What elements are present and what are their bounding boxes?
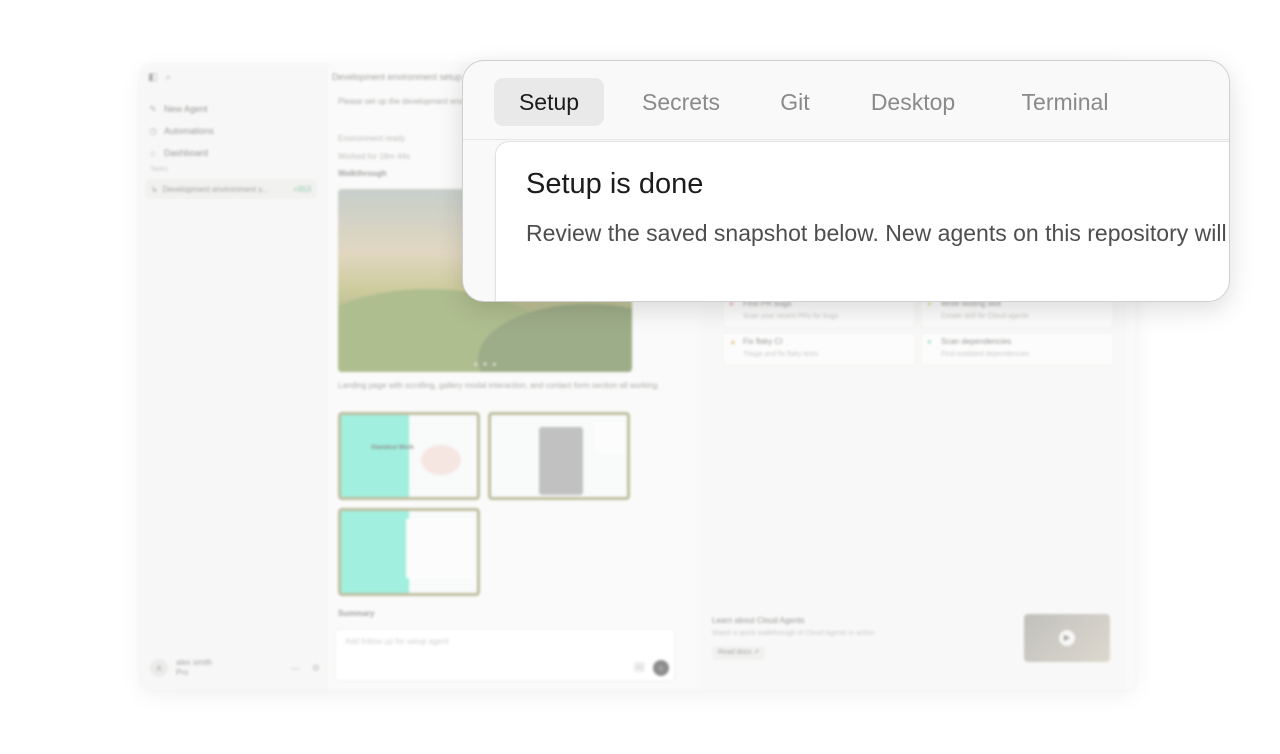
setup-tabs: Setup Secrets Git Desktop Terminal bbox=[494, 78, 1194, 126]
send-button[interactable]: ↑ bbox=[653, 660, 669, 676]
action-subtitle: Scan your recent PRs for bugs bbox=[743, 313, 839, 320]
sidebar-section-label: Tasks bbox=[150, 166, 168, 173]
task-label: Development environment s... bbox=[162, 184, 269, 194]
read-docs-button[interactable]: Read docs ↗ bbox=[712, 646, 766, 660]
chat-title: Development environment setup bbox=[332, 72, 462, 82]
walkthrough-heading: Walkthrough bbox=[338, 169, 387, 178]
tabs-divider bbox=[463, 139, 1229, 140]
worked-for: Worked for 18m 44s bbox=[338, 152, 410, 161]
sidebar: ◧ ⌕ ✎ New Agent ◷ Automations ⌂ Dashboar… bbox=[140, 64, 327, 690]
task-diff-badge: +953 bbox=[292, 184, 311, 194]
action-subtitle: Find outdated dependencies bbox=[941, 351, 1030, 358]
screenshot-thumbnail[interactable] bbox=[488, 412, 630, 500]
sidebar-toggle-icon[interactable]: ◧ bbox=[148, 72, 157, 83]
sidebar-item-new-agent[interactable]: ✎ New Agent bbox=[148, 98, 318, 120]
user-plan: Pro bbox=[176, 668, 189, 677]
summary-heading: Summary bbox=[338, 609, 375, 618]
suggested-actions: ● Find PR bugs Scan your recent PRs for … bbox=[722, 294, 1114, 366]
scan-icon: ● bbox=[927, 337, 932, 346]
warning-icon: ▲ bbox=[729, 337, 737, 346]
action-title: Scan dependencies bbox=[941, 337, 1012, 346]
action-subtitle: Triage and fix flaky tests bbox=[743, 351, 819, 358]
user-profile[interactable]: A alex smith Pro — ⚙ bbox=[150, 658, 320, 678]
action-title: Fix flaky CI bbox=[743, 337, 783, 346]
hero-caption: Landing page with scrolling, gallery mod… bbox=[338, 381, 660, 390]
learn-title: Learn about Cloud Agents bbox=[712, 616, 805, 625]
screenshot-thumbnail[interactable] bbox=[338, 508, 480, 596]
avatar: A bbox=[150, 659, 168, 677]
tab-setup[interactable]: Setup bbox=[494, 78, 604, 126]
sidebar-item-automations[interactable]: ◷ Automations bbox=[148, 120, 318, 142]
action-scan-dependencies[interactable]: ● Scan dependencies Find outdated depend… bbox=[920, 332, 1114, 366]
settings-icon[interactable]: ⚙ bbox=[312, 663, 320, 674]
thumbnail-text: Standout Work bbox=[371, 445, 414, 451]
learn-card: Learn about Cloud Agents Watch a quick w… bbox=[710, 612, 1118, 664]
image-icon[interactable]: 🖼 bbox=[634, 662, 645, 673]
setup-title: Setup is done bbox=[526, 168, 704, 200]
sidebar-item-label: Dashboard bbox=[164, 148, 209, 158]
sidebar-nav: ✎ New Agent ◷ Automations ⌂ Dashboard bbox=[148, 98, 318, 164]
search-icon[interactable]: ⌕ bbox=[165, 72, 171, 83]
follow-up-input[interactable]: Add follow up for setup agent 🖼 ↑ bbox=[334, 628, 676, 682]
compose-icon: ✎ bbox=[149, 103, 157, 114]
sidebar-item-label: Automations bbox=[164, 126, 215, 136]
tab-terminal[interactable]: Terminal bbox=[1002, 78, 1128, 126]
action-subtitle: Create skill for Cloud agents bbox=[941, 313, 1029, 320]
video-thumbnail[interactable]: ▶ bbox=[1024, 614, 1110, 662]
setup-status-card: Setup is done Review the saved snapshot … bbox=[495, 141, 1229, 301]
user-name: alex smith bbox=[176, 658, 213, 667]
status-ready: Environment ready bbox=[338, 134, 406, 143]
minus-icon[interactable]: — bbox=[291, 663, 300, 674]
setup-description: Review the saved snapshot below. New age… bbox=[526, 220, 1229, 246]
carousel-dots: ● ♥ ● bbox=[474, 362, 499, 368]
tab-desktop[interactable]: Desktop bbox=[852, 78, 974, 126]
tab-git[interactable]: Git bbox=[764, 78, 826, 126]
home-icon: ⌂ bbox=[150, 148, 156, 158]
sidebar-toolbar: ◧ ⌕ bbox=[148, 72, 171, 83]
action-fix-flaky-ci[interactable]: ▲ Fix flaky CI Triage and fix flaky test… bbox=[722, 332, 916, 366]
follow-up-placeholder: Add follow up for setup agent bbox=[345, 637, 449, 646]
sidebar-item-label: New Agent bbox=[164, 104, 208, 114]
task-icon: ↳ bbox=[151, 184, 158, 194]
sidebar-item-dashboard[interactable]: ⌂ Dashboard bbox=[148, 142, 318, 164]
learn-subtitle: Watch a quick walkthrough of Cloud Agent… bbox=[712, 630, 877, 637]
tab-secrets[interactable]: Secrets bbox=[626, 78, 736, 126]
play-icon[interactable]: ▶ bbox=[1059, 630, 1075, 646]
environment-setup-callout: Setup Secrets Git Desktop Terminal Setup… bbox=[462, 60, 1230, 302]
clock-icon: ◷ bbox=[149, 125, 157, 136]
screenshot-thumbnail[interactable]: Standout Work bbox=[338, 412, 480, 500]
sidebar-task-item[interactable]: ↳ Development environment s... +953 bbox=[145, 179, 317, 199]
